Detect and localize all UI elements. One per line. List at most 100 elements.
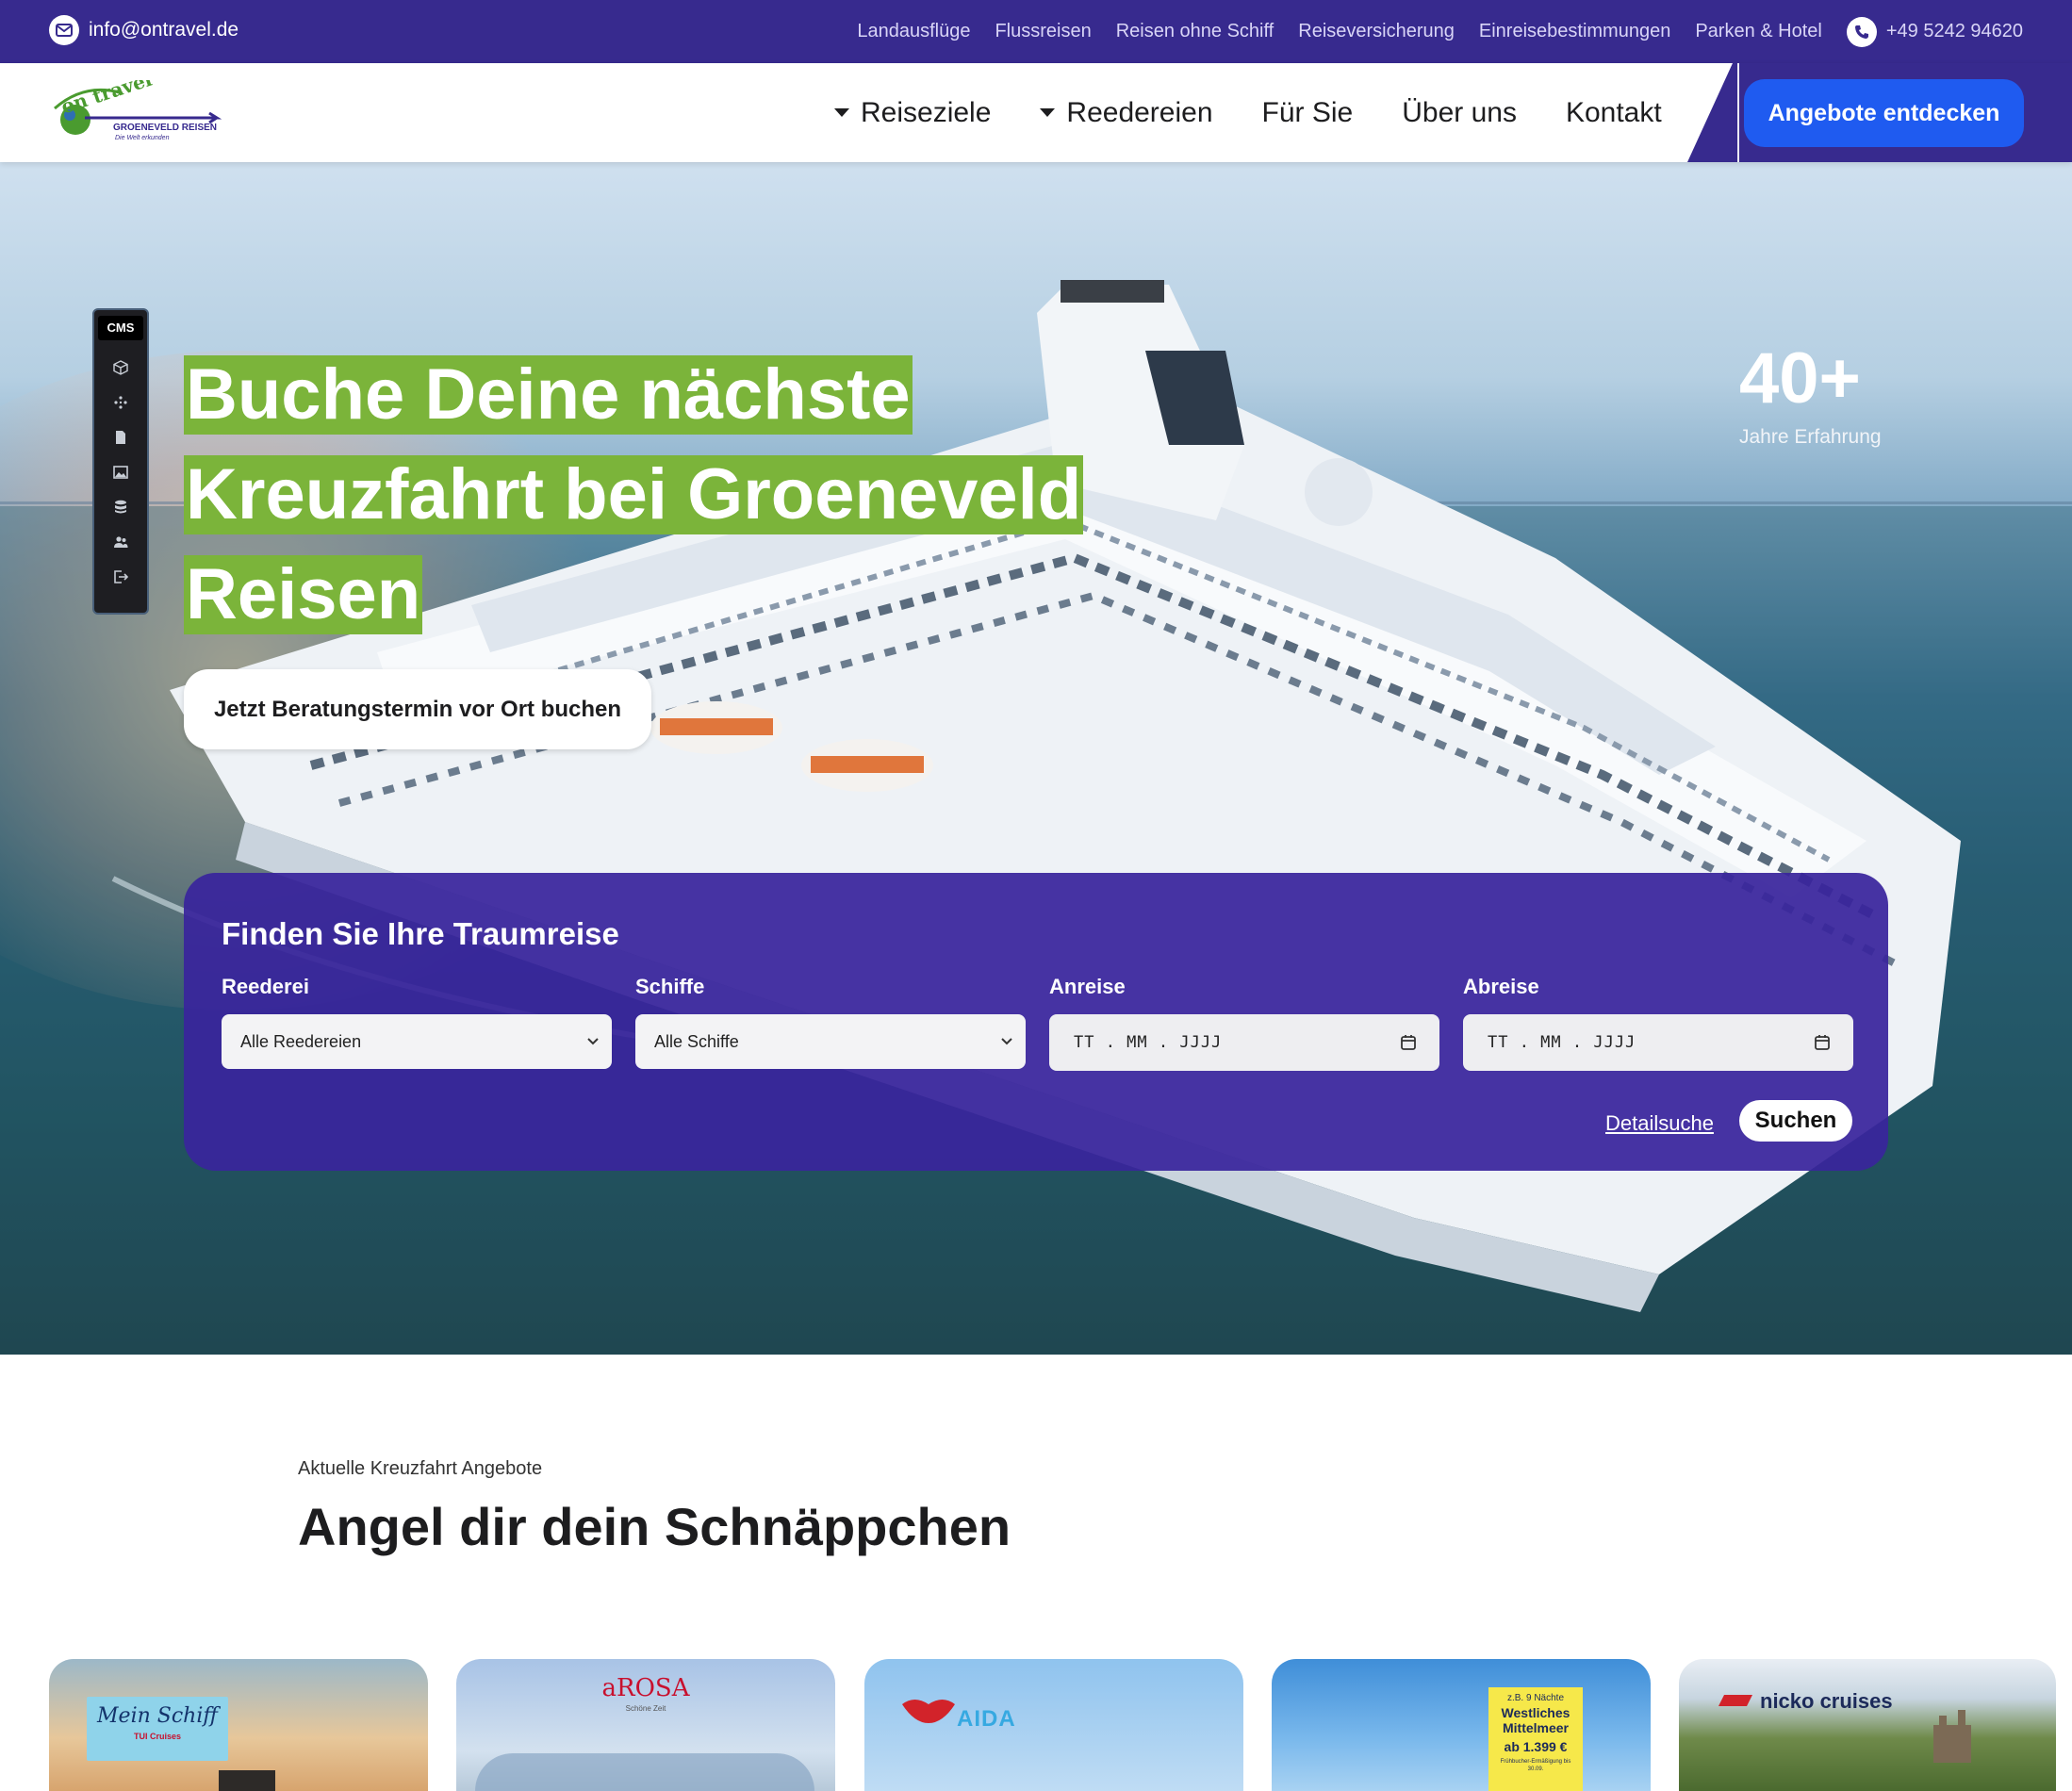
anreise-label: Anreise [1049, 975, 1126, 998]
chevron-down-icon [1040, 108, 1056, 117]
reederei-value: Alle Reedereien [240, 1031, 362, 1051]
main-header: on travel GROENEVELD REISEN Die Welt erk… [0, 63, 2072, 162]
headline-line-1: Buche Deine nächste [184, 354, 913, 435]
logo-tagline: Die Welt erkunden [115, 135, 170, 141]
anreise-field: Anreise TT . MM . JJJJ [1049, 975, 1439, 1071]
trip-finder: Finden Sie Ihre Traumreise Reederei Alle… [184, 873, 1888, 1171]
logo-script: on travel [58, 80, 155, 118]
top-link-einreisebestimmungen[interactable]: Einreisebestimmungen [1479, 21, 1670, 42]
angebote-entdecken-button[interactable]: Angebote entdecken [1744, 79, 2024, 147]
offer-card-arosa[interactable]: aROSA Schöne Zeit [456, 1659, 835, 1791]
chevron-down-icon [834, 108, 849, 117]
offer-card-aida[interactable]: AIDA [864, 1659, 1243, 1791]
price-badge: z.B. 9 Nächte Westliches Mittelmeer ab 1… [1488, 1687, 1583, 1791]
experience-stat: 40+ Jahre Erfahrung [1739, 341, 1882, 449]
logo[interactable]: on travel GROENEVELD REISEN Die Welt erk… [47, 68, 226, 146]
top-link-parken-hotel[interactable]: Parken & Hotel [1695, 21, 1822, 42]
offers-kicker: Aktuelle Kreuzfahrt Angebote [298, 1458, 543, 1479]
schiffe-field: Schiffe Alle Schiffe [635, 975, 1026, 1069]
nicko-stripe-icon [1718, 1695, 1752, 1706]
top-link-flussreisen[interactable]: Flussreisen [995, 21, 1091, 42]
phone-number: +49 5242 94620 [1885, 21, 2023, 41]
phone-link[interactable]: +49 5242 94620 [1846, 16, 2023, 47]
page-icon[interactable] [113, 430, 128, 445]
castle-icon [1933, 1710, 1971, 1763]
users-icon[interactable] [113, 534, 128, 550]
hero-section: CMS Buche Deine nächste Kreuzfahrt bei G… [0, 162, 2072, 1355]
reederei-select[interactable]: Alle Reedereien [222, 1014, 612, 1069]
stat-number: 40+ [1739, 338, 1861, 419]
schiffe-label: Schiffe [635, 975, 705, 998]
top-link-reisen-ohne-schiff[interactable]: Reisen ohne Schiff [1116, 21, 1274, 42]
detailsuche-link[interactable]: Detailsuche [1605, 1111, 1714, 1136]
mail-icon [49, 15, 79, 45]
nav-reedereien[interactable]: Reedereien [1040, 96, 1213, 129]
top-link-reiseversicherung[interactable]: Reiseversicherung [1298, 21, 1455, 42]
mein-schiff-logo: Mein Schiff TUI Cruises [87, 1697, 228, 1761]
anreise-date-input[interactable]: TT . MM . JJJJ [1049, 1014, 1439, 1071]
top-links: Landausflüge Flussreisen Reisen ohne Sch… [857, 0, 2023, 63]
stat-label: Jahre Erfahrung [1739, 426, 1882, 448]
schiffe-value: Alle Schiffe [654, 1031, 739, 1051]
card-clouds [475, 1753, 814, 1791]
badge-title: Westliches Mittelmeer [1501, 1705, 1570, 1735]
reederei-label: Reederei [222, 975, 309, 998]
nav-label: Für Sie [1261, 96, 1354, 128]
image-icon[interactable] [113, 465, 128, 480]
anreise-placeholder: TT . MM . JJJJ [1074, 1033, 1223, 1052]
arosa-sub: Schöne Zeit [625, 1704, 666, 1713]
headline-line-3: Reisen [184, 554, 423, 634]
nav-fuer-sie[interactable]: Für Sie [1262, 97, 1354, 129]
reederei-field: Reederei Alle Reedereien [222, 975, 612, 1069]
beratungstermin-button[interactable]: Jetzt Beratungstermin vor Ort buchen [184, 669, 651, 749]
top-bar: info@ontravel.de Landausflüge Flussreise… [0, 0, 2072, 63]
email-link[interactable]: info@ontravel.de [49, 15, 238, 45]
nav-label: Kontakt [1565, 96, 1662, 128]
aida-lips-icon [902, 1700, 955, 1723]
mein-schiff-sub: TUI Cruises [133, 1732, 181, 1741]
calendar-icon[interactable] [1400, 1034, 1417, 1051]
abreise-field: Abreise TT . MM . JJJJ [1463, 975, 1853, 1071]
abreise-label: Abreise [1463, 975, 1539, 998]
database-icon[interactable] [113, 500, 128, 515]
top-link-landausfluege[interactable]: Landausflüge [857, 21, 970, 42]
suchen-button[interactable]: Suchen [1739, 1100, 1852, 1142]
offers-title: Angel dir dein Schnäppchen [298, 1497, 1011, 1556]
nav-label: Über uns [1402, 96, 1517, 128]
sparkle-icon[interactable] [113, 395, 128, 410]
abreise-placeholder: TT . MM . JJJJ [1488, 1033, 1636, 1052]
badge-price: ab 1.399 € [1504, 1739, 1568, 1754]
nav-label: Reedereien [1066, 96, 1213, 128]
headline-line-2: Kreuzfahrt bei Groeneveld [184, 454, 1084, 534]
chevron-down-icon [1001, 1038, 1012, 1045]
schiffe-select[interactable]: Alle Schiffe [635, 1014, 1026, 1069]
nav-reiseziele[interactable]: Reiseziele [834, 97, 991, 129]
calendar-icon[interactable] [1814, 1034, 1831, 1051]
header-divider [1737, 63, 1739, 162]
aida-brand: AIDA [957, 1706, 1016, 1732]
offer-card-mein-schiff[interactable]: Mein Schiff TUI Cruises [49, 1659, 428, 1791]
nicko-brand: nicko cruises [1760, 1689, 1893, 1713]
cms-label[interactable]: CMS [98, 316, 143, 340]
phone-icon [1846, 16, 1877, 47]
cube-icon[interactable] [113, 360, 128, 375]
finder-title: Finden Sie Ihre Traumreise [222, 916, 619, 951]
arosa-brand: aROSA [601, 1674, 690, 1702]
abreise-date-input[interactable]: TT . MM . JJJJ [1463, 1014, 1853, 1071]
nav-kontakt[interactable]: Kontakt [1566, 97, 1662, 129]
cms-toolbar: CMS [92, 308, 149, 615]
nav-ueber-uns[interactable]: Über uns [1402, 97, 1517, 129]
email-text: info@ontravel.de [89, 19, 239, 41]
logo-company: GROENEVELD REISEN [113, 123, 217, 133]
badge-note: Frühbucher-Ermäßigung bis 30.09. [1500, 1759, 1571, 1772]
hero-headline: Buche Deine nächste Kreuzfahrt bei Groen… [184, 354, 1084, 655]
nav-label: Reiseziele [861, 96, 992, 128]
logout-icon[interactable] [113, 569, 128, 584]
chevron-down-icon [587, 1038, 599, 1045]
card-ship-silhouette [219, 1770, 275, 1791]
offer-card-mittelmeer[interactable]: z.B. 9 Nächte Westliches Mittelmeer ab 1… [1272, 1659, 1651, 1791]
mein-schiff-brand: Mein Schiff [97, 1704, 218, 1728]
badge-top: z.B. 9 Nächte [1506, 1693, 1565, 1703]
main-nav: Reiseziele Reedereien Für Sie Über uns K… [834, 63, 1711, 162]
offer-card-nicko[interactable]: nicko cruises [1679, 1659, 2056, 1791]
